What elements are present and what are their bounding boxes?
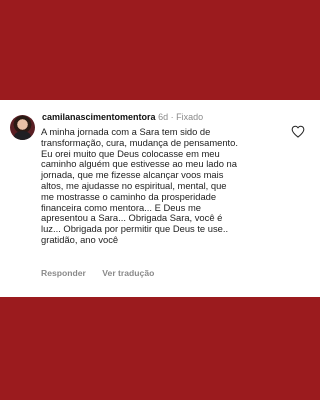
username[interactable]: camilanascimentomentora [42, 112, 156, 122]
heart-outline-icon[interactable] [291, 125, 305, 138]
reply-button[interactable]: Responder [41, 268, 86, 278]
avatar[interactable] [10, 115, 35, 140]
comment-text: A minha jornada com a Sara tem sido de tr… [41, 126, 289, 246]
comment-text-line: transformação, cura, mudança de pensamen… [41, 136, 238, 148]
comment-header: camilanascimentomentora 6d · Fixado [42, 112, 203, 123]
comment-card: camilanascimentomentora 6d · Fixado A mi… [0, 100, 320, 297]
pinned-label: Fixado [176, 112, 204, 122]
comment-actions: Responder Ver tradução [41, 268, 168, 278]
comment-text-line: gratidão, ano você [41, 233, 119, 245]
avatar-figure [14, 131, 31, 140]
timestamp: 6d [158, 112, 169, 122]
comment-text-line: me mostrasse o caminho da prosperidade [41, 190, 217, 202]
meta-separator: · [170, 112, 174, 122]
see-translation-button[interactable]: Ver tradução [102, 268, 154, 278]
